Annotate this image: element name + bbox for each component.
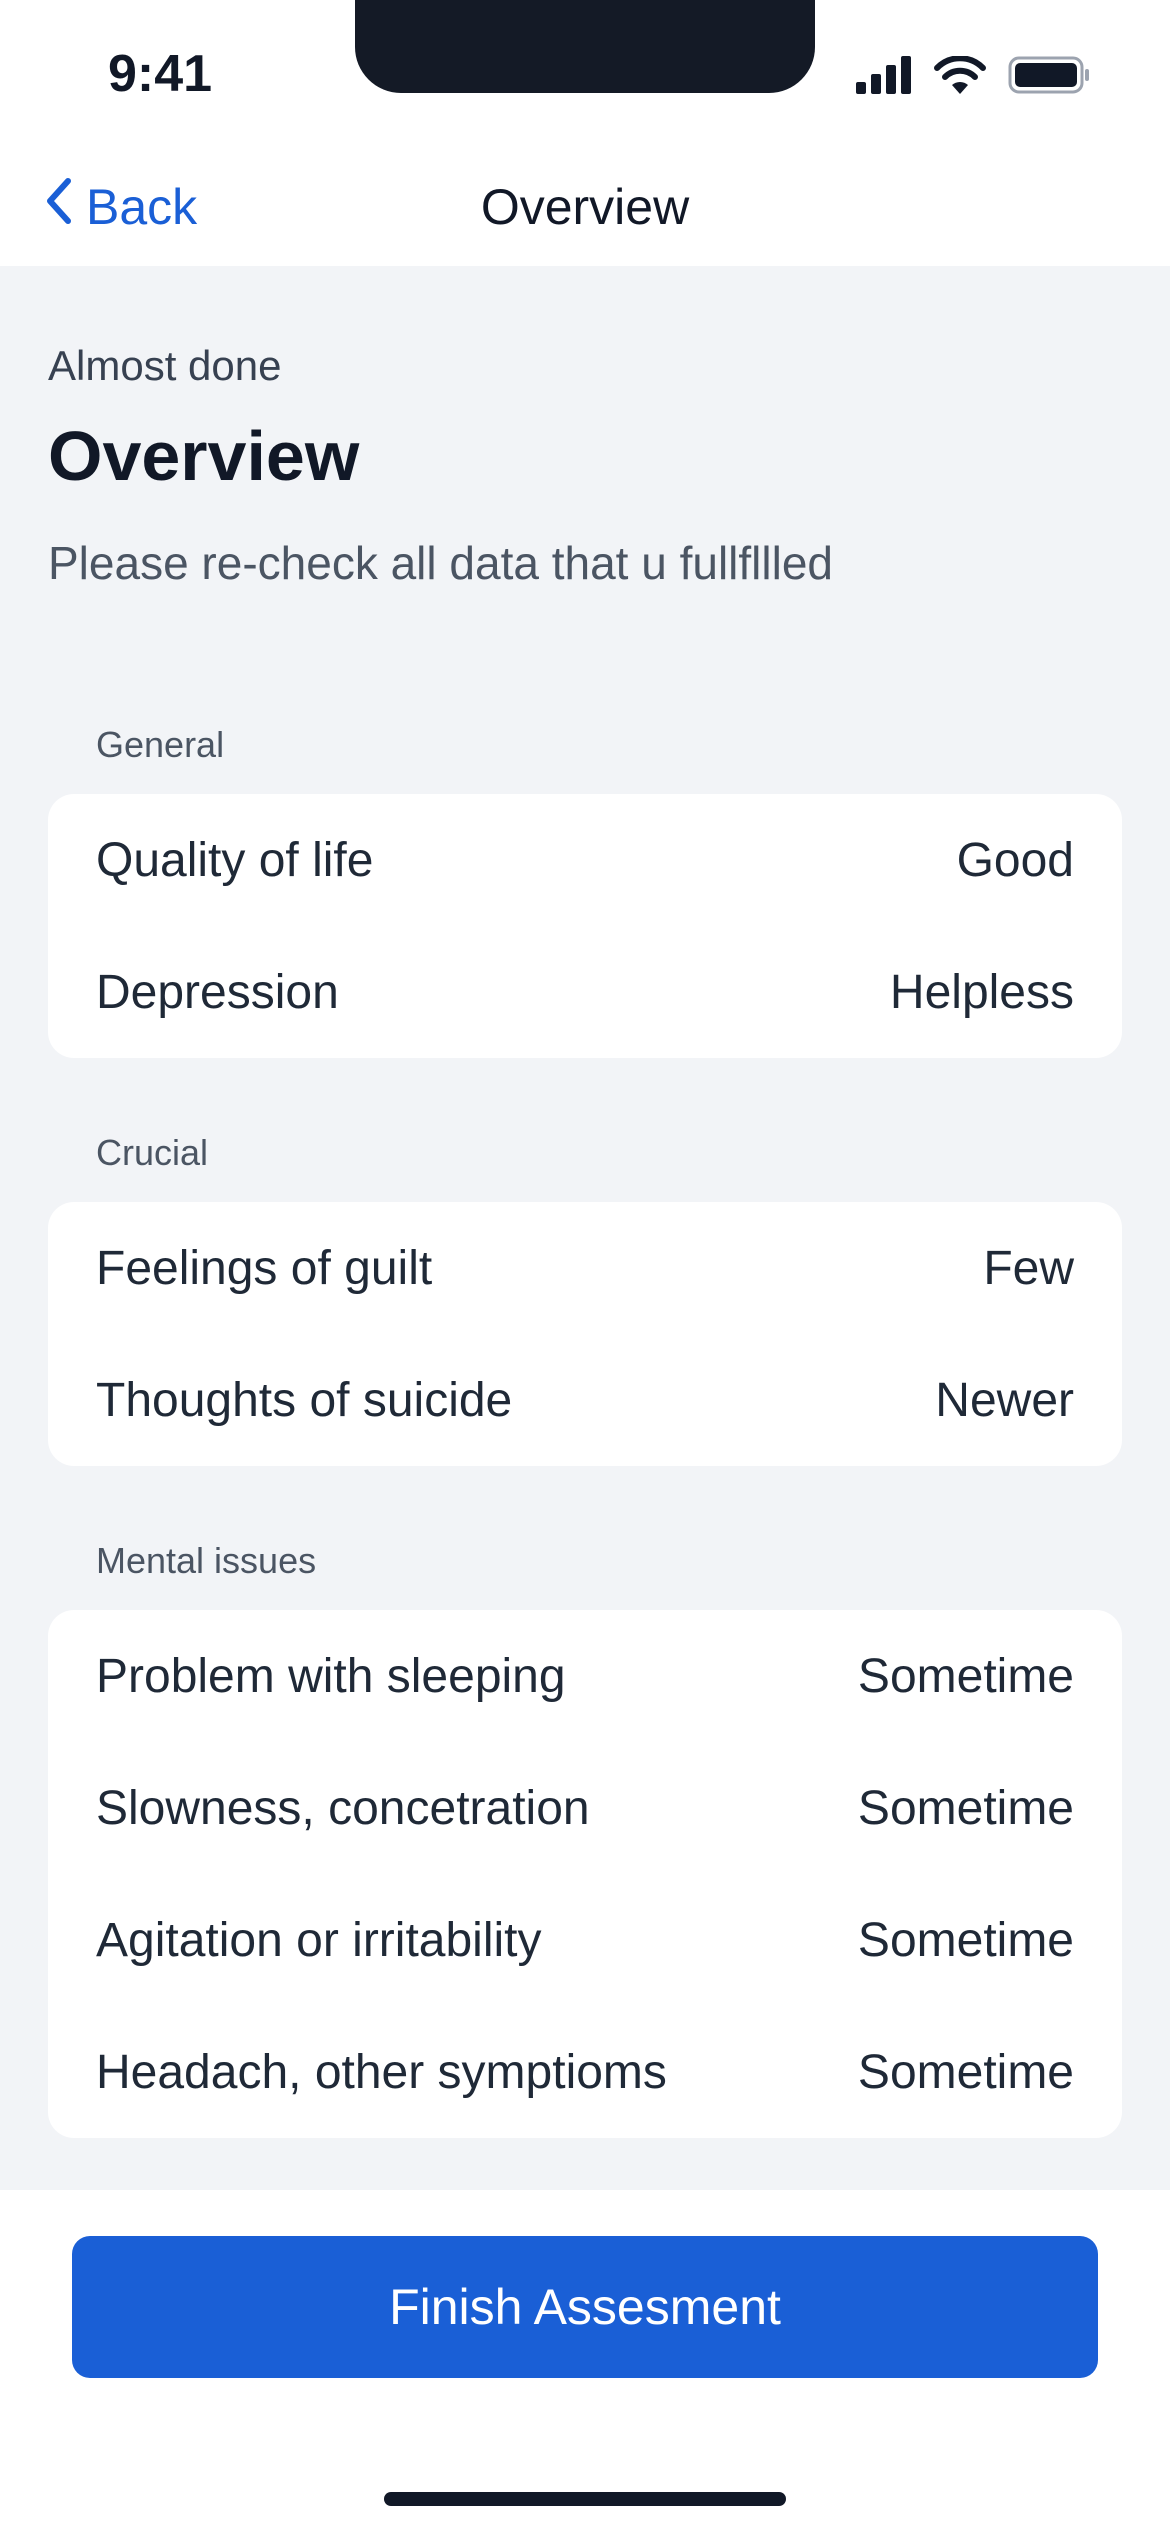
overview-content: Almost done Overview Please re-check all… — [0, 266, 1170, 2190]
home-indicator — [384, 2492, 786, 2506]
row-label: Thoughts of suicide — [96, 1373, 513, 1427]
back-button[interactable]: Back — [44, 172, 197, 242]
status-bar: 9:41 — [0, 0, 1170, 150]
row-value: Few — [983, 1241, 1074, 1295]
row-label: Feelings of guilt — [96, 1241, 433, 1295]
eyebrow-text: Almost done — [48, 342, 282, 389]
status-time: 9:41 — [108, 45, 213, 103]
battery-icon — [1008, 56, 1090, 99]
card-mental-issues: Problem with sleeping Sometime Slowness,… — [48, 1610, 1122, 2138]
row-value: Good — [956, 833, 1074, 887]
list-item: Slowness, concetration Sometime — [96, 1742, 1074, 1874]
row-value: Helpless — [889, 965, 1074, 1019]
row-value: Sometime — [857, 1649, 1074, 1703]
list-item: Depression Helpless — [96, 926, 1074, 1058]
list-item: Feelings of guilt Few — [96, 1202, 1074, 1334]
navigation-bar: Overview Back — [0, 150, 1170, 266]
row-label: Depression — [96, 965, 339, 1019]
card-general: Quality of life Good Depression Helpless — [48, 794, 1122, 1058]
list-item: Quality of life Good — [96, 794, 1074, 926]
back-label: Back — [86, 179, 198, 235]
device-notch — [355, 0, 815, 93]
section-label-general: General — [96, 724, 225, 765]
row-label: Slowness, concetration — [96, 1781, 590, 1835]
chevron-left-icon — [44, 177, 72, 237]
list-item: Thoughts of suicide Newer — [96, 1334, 1074, 1466]
section-label-mental-issues: Mental issues — [96, 1540, 317, 1581]
row-label: Agitation or irritability — [96, 1913, 542, 1967]
signal-icon — [856, 56, 912, 99]
status-icons — [856, 55, 1090, 99]
section-label-crucial: Crucial — [96, 1132, 209, 1173]
page-subtitle: Please re-check all data that u fullflll… — [48, 537, 833, 589]
row-value: Newer — [935, 1373, 1074, 1427]
card-crucial: Feelings of guilt Few Thoughts of suicid… — [48, 1202, 1122, 1466]
finish-assessment-button[interactable]: Finish Assesment — [72, 2236, 1098, 2378]
row-label: Quality of life — [96, 833, 374, 887]
row-value: Sometime — [857, 2045, 1074, 2099]
bottom-bar: Finish Assesment — [0, 2190, 1170, 2532]
wifi-icon — [934, 55, 986, 99]
page-title: Overview — [48, 417, 360, 495]
row-value: Sometime — [857, 1781, 1074, 1835]
row-value: Sometime — [857, 1913, 1074, 1967]
list-item: Problem with sleeping Sometime — [96, 1610, 1074, 1742]
row-label: Problem with sleeping — [96, 1649, 566, 1703]
row-label: Headach, other symptioms — [96, 2045, 667, 2099]
list-item: Agitation or irritability Sometime — [96, 1874, 1074, 2006]
list-item: Headach, other symptioms Sometime — [96, 2006, 1074, 2138]
